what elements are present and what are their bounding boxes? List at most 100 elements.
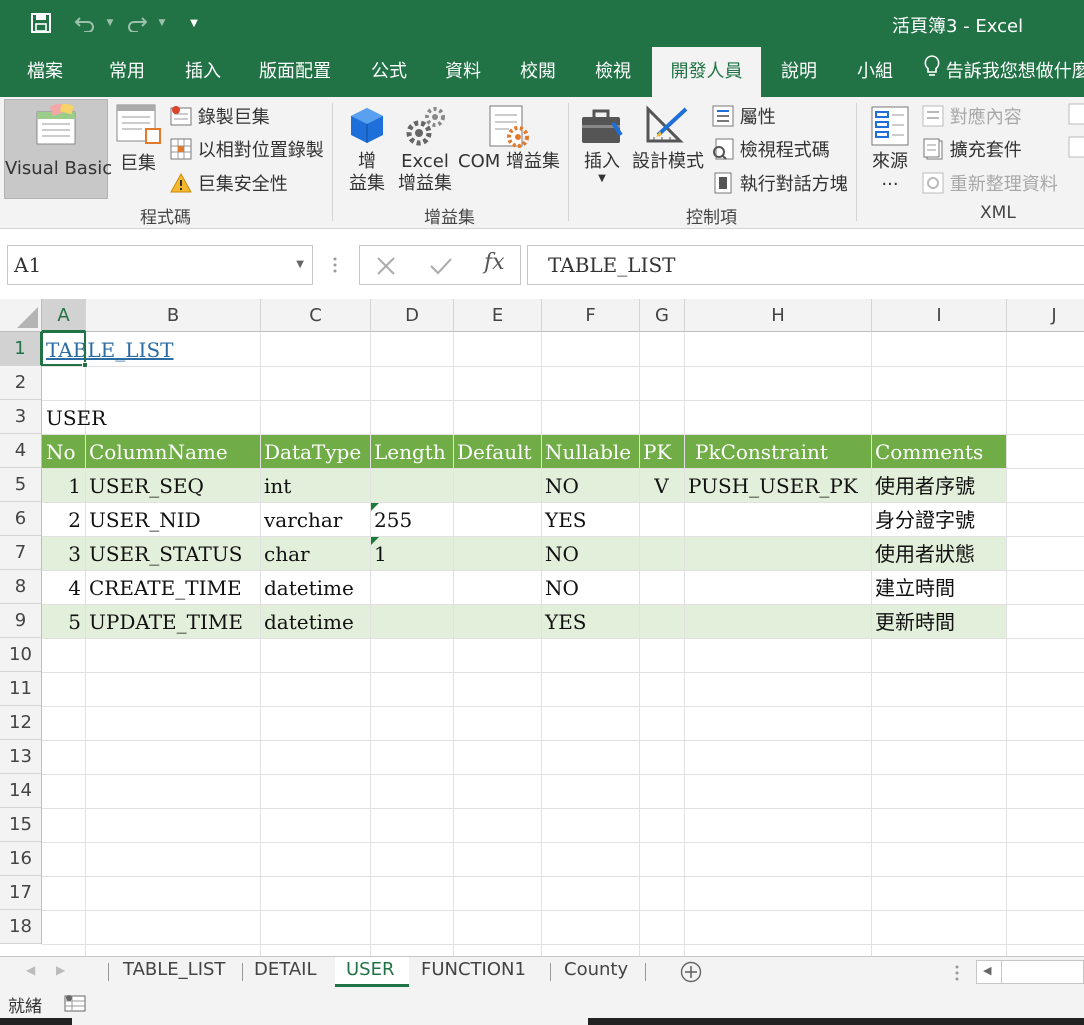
customize-toolbar-icon[interactable]: ▼ (186, 10, 202, 36)
formula-input[interactable]: TABLE_LIST (527, 245, 1084, 285)
column-header[interactable]: E (454, 299, 542, 332)
column-header[interactable]: I (872, 299, 1007, 332)
table-cell-pkconstraint[interactable]: PUSH_USER_PK (684, 468, 858, 502)
table-cell-datatype[interactable]: datetime (260, 604, 354, 638)
tab-formulas[interactable]: 公式 (362, 47, 416, 97)
table-cell-comments[interactable]: 身分證字號 (871, 502, 975, 536)
tell-me-search[interactable]: 告訴我您想做什麼 (924, 47, 1084, 97)
excel-addins-button[interactable]: Excel 增益集 (396, 105, 454, 195)
addins-button[interactable]: 增 益集 (344, 105, 390, 195)
table-cell-datatype[interactable]: char (260, 536, 310, 570)
scroll-left-icon[interactable]: ◀ (983, 964, 991, 977)
tab-help[interactable]: 說明 (772, 47, 826, 97)
column-header[interactable]: J (1007, 299, 1084, 332)
column-header[interactable]: H (685, 299, 872, 332)
cancel-icon[interactable] (374, 254, 398, 283)
table-header-pkconstraint[interactable]: PkConstraint (691, 434, 828, 468)
row-header[interactable]: 5 (0, 468, 42, 502)
sheet-tab-user[interactable]: USER (335, 957, 409, 987)
row-header[interactable]: 8 (0, 570, 42, 604)
table-header-datatype[interactable]: DataType (260, 434, 361, 468)
visual-basic-button[interactable]: Visual Basic (4, 99, 112, 199)
table-cell-no[interactable]: 5 (42, 604, 85, 638)
design-mode-button[interactable]: 設計模式 (630, 105, 706, 173)
tab-page-layout[interactable]: 版面配置 (252, 47, 338, 97)
table-header-comments[interactable]: Comments (871, 434, 983, 468)
table-cell-comments[interactable]: 使用者狀態 (871, 536, 975, 570)
table-cell-comments[interactable]: 使用者序號 (871, 468, 975, 502)
column-header[interactable]: A (42, 299, 86, 332)
redo-icon[interactable] (124, 10, 150, 36)
table-cell-nullable[interactable]: YES (541, 604, 587, 638)
undo-icon[interactable] (72, 10, 98, 36)
expansion-packs-button[interactable]: 擴充套件 (922, 136, 1022, 165)
table-cell-nullable[interactable]: NO (541, 570, 579, 604)
table-cell-datatype[interactable]: datetime (260, 570, 354, 604)
row-header[interactable]: 14 (0, 774, 42, 808)
com-addins-button[interactable]: COM 增益集 (456, 105, 562, 173)
row-header[interactable]: 18 (0, 910, 42, 944)
table-cell-datatype[interactable]: int (260, 468, 291, 502)
tab-home[interactable]: 常用 (100, 47, 154, 97)
tab-insert[interactable]: 插入 (176, 47, 230, 97)
name-box-dropdown-icon[interactable]: ▼ (296, 246, 304, 284)
run-dialog-button[interactable]: 執行對話方塊 (712, 170, 848, 199)
table-cell-nullable[interactable]: NO (541, 468, 579, 502)
table-cell-pk[interactable]: V (639, 468, 684, 502)
macro-record-icon[interactable] (64, 994, 86, 1017)
view-code-button[interactable]: 檢視程式碼 (712, 136, 830, 165)
table-cell-nullable[interactable]: NO (541, 536, 579, 570)
row-header[interactable]: 16 (0, 842, 42, 876)
table-cell-no[interactable]: 3 (42, 536, 85, 570)
enter-check-icon[interactable] (428, 254, 454, 283)
table-header-pk[interactable]: PK (639, 434, 671, 468)
row-header[interactable]: 12 (0, 706, 42, 740)
table-cell-datatype[interactable]: varchar (260, 502, 342, 536)
select-all-corner[interactable] (0, 299, 42, 332)
cell-a3[interactable]: USER (42, 400, 106, 434)
table-cell-columnname[interactable]: UPDATE_TIME (85, 604, 243, 638)
sheet-tab-county[interactable]: County (564, 957, 628, 987)
name-box[interactable]: A1 ▼ (7, 245, 313, 285)
row-header[interactable]: 3 (0, 400, 42, 434)
table-cell-no[interactable]: 1 (42, 468, 85, 502)
sheet-tab-table-list[interactable]: TABLE_LIST (123, 957, 225, 987)
save-icon[interactable] (28, 10, 54, 36)
row-header[interactable]: 6 (0, 502, 42, 536)
insert-control-button[interactable]: 插入 ▼ (576, 105, 628, 185)
table-cell-columnname[interactable]: USER_NID (85, 502, 201, 536)
row-header[interactable]: 15 (0, 808, 42, 842)
row-header[interactable]: 11 (0, 672, 42, 706)
table-cell-comments[interactable]: 更新時間 (871, 604, 955, 638)
table-cell-no[interactable]: 4 (42, 570, 85, 604)
tab-developer[interactable]: 開發人員 (652, 47, 761, 97)
horizontal-scrollbar[interactable]: ◀ (976, 960, 1084, 984)
table-header-columnname[interactable]: ColumnName (85, 434, 228, 468)
macros-button[interactable]: 巨集 (112, 103, 164, 175)
column-header[interactable]: C (261, 299, 371, 332)
fill-handle[interactable] (82, 362, 88, 368)
row-header[interactable]: 2 (0, 366, 42, 400)
scroll-tabs-left-icon[interactable]: ◀ (26, 963, 35, 977)
row-header[interactable]: 10 (0, 638, 42, 672)
map-properties-button[interactable]: 對應內容 (922, 103, 1022, 132)
tab-split-handle[interactable] (954, 963, 960, 988)
insert-function-icon[interactable]: fx (484, 250, 505, 275)
row-header[interactable]: 4 (0, 434, 42, 468)
properties-button[interactable]: 屬性 (712, 103, 776, 132)
refresh-data-button[interactable]: 重新整理資料 (922, 170, 1058, 199)
xml-source-button[interactable]: 來源 ... (864, 105, 916, 189)
row-header[interactable]: 9 (0, 604, 42, 638)
resize-handle[interactable] (332, 253, 338, 277)
sheet-tab-detail[interactable]: DETAIL (254, 957, 316, 987)
sheet-tab-function1[interactable]: FUNCTION1 (421, 957, 526, 987)
export-icon[interactable] (1068, 136, 1084, 163)
scroll-tabs-right-icon[interactable]: ▶ (56, 963, 65, 977)
column-header[interactable]: D (371, 299, 454, 332)
column-header[interactable]: G (640, 299, 685, 332)
relative-reference-button[interactable]: 以相對位置錄製 (170, 136, 324, 165)
record-macro-button[interactable]: 錄製巨集 (170, 103, 270, 132)
table-cell-columnname[interactable]: USER_SEQ (85, 468, 204, 502)
import-icon[interactable] (1068, 103, 1084, 130)
undo-dropdown-icon[interactable]: ▼ (103, 10, 117, 36)
